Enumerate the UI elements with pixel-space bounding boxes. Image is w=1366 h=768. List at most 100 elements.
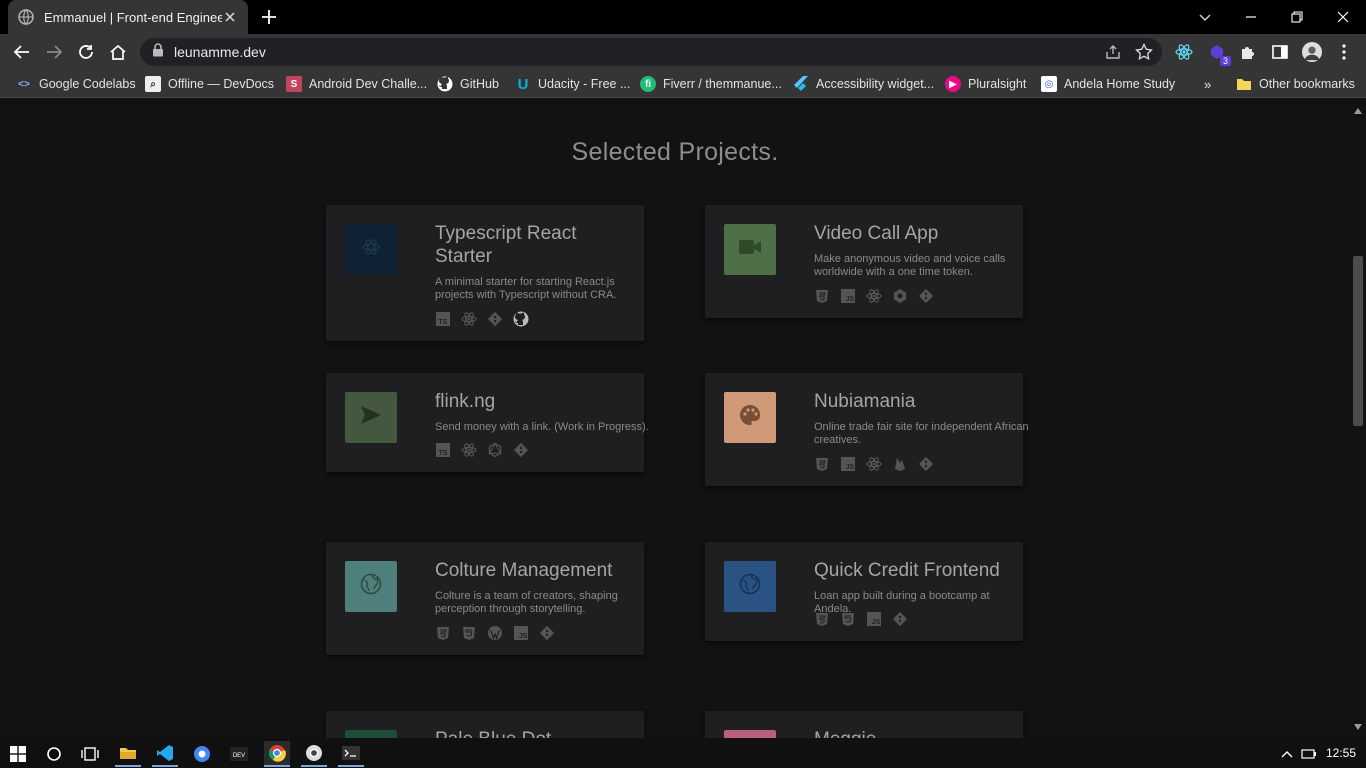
share-icon[interactable]	[1104, 43, 1122, 66]
windows-start-icon[interactable]	[5, 741, 31, 767]
other-bookmarks[interactable]: Other bookmarks	[1236, 75, 1355, 93]
devdocs-icon: ⌕	[145, 76, 161, 92]
project-title: Video Call App	[814, 223, 939, 244]
bookmark-item[interactable]: GitHub	[437, 75, 499, 93]
close-window-icon[interactable]	[1332, 6, 1354, 28]
project-title: Nubiamania	[814, 391, 916, 412]
back-icon[interactable]	[11, 41, 33, 63]
send-icon	[359, 404, 383, 431]
url-text: leunamme.dev	[174, 44, 266, 60]
project-card[interactable]: Video Call App Make anonymous video and …	[705, 205, 1023, 318]
home-icon[interactable]	[107, 41, 129, 63]
video-camera-icon	[738, 238, 762, 261]
react-icon	[461, 442, 477, 458]
react-icon	[461, 311, 477, 327]
bookmark-label: Other bookmarks	[1259, 77, 1355, 91]
graphql-icon	[487, 442, 503, 458]
fiverr-icon: fi	[640, 76, 656, 92]
project-thumbnail	[345, 224, 397, 275]
vscode-icon[interactable]	[152, 741, 178, 767]
side-panel-icon[interactable]	[1270, 42, 1290, 62]
search-icon[interactable]	[41, 741, 67, 767]
terminal-app-icon[interactable]: DEV	[226, 741, 252, 767]
bookmark-item[interactable]: ▶ Pluralsight	[945, 75, 1026, 93]
section-title: Selected Projects.	[571, 138, 779, 166]
project-title: Colture Management	[435, 560, 613, 581]
project-description: Colture is a team of creators, shaping p…	[435, 590, 618, 615]
project-card[interactable]: Pale Blue Dot	[326, 711, 644, 738]
flutter-icon	[793, 76, 809, 92]
minimize-icon[interactable]	[1240, 6, 1262, 28]
project-description: A minimal starter for starting React.js …	[435, 276, 617, 301]
chrome-canary-icon[interactable]	[301, 741, 327, 767]
project-card[interactable]: Nubiamania Online trade fair site for in…	[705, 373, 1029, 486]
more-bookmarks-icon[interactable]: »	[1204, 75, 1211, 93]
react-icon	[866, 288, 882, 304]
avatar[interactable]	[1302, 42, 1322, 62]
lock-icon[interactable]	[152, 42, 164, 62]
network-icon[interactable]	[1296, 741, 1322, 767]
tech-stack: JS	[814, 288, 934, 304]
palette-icon	[739, 404, 761, 431]
react-devtools-icon[interactable]	[1174, 42, 1194, 62]
close-tab-icon[interactable]	[222, 9, 238, 25]
project-card[interactable]: flink.ng Send money with a link. (Work i…	[326, 373, 649, 472]
scroll-down-icon[interactable]	[1354, 717, 1362, 735]
tab-active[interactable]: Emmanuel | Front-end Engineer	[8, 0, 248, 34]
address-bar[interactable]: leunamme.dev	[140, 38, 1162, 66]
svg-text:JS: JS	[519, 633, 528, 640]
extension-badge-count: 3	[1219, 56, 1231, 66]
scroll-up-icon[interactable]	[1354, 101, 1362, 119]
project-description: Send money with a link. (Work in Progres…	[435, 421, 649, 433]
bookmark-item[interactable]: U Udacity - Free ...	[515, 75, 631, 93]
android-challenge-icon: S	[286, 76, 302, 92]
terminal-icon[interactable]	[338, 741, 364, 767]
html5-icon	[435, 625, 451, 641]
svg-text:TS: TS	[439, 319, 448, 326]
reload-icon[interactable]	[75, 41, 97, 63]
clock[interactable]: 12:55	[1326, 746, 1356, 760]
tab-search-icon[interactable]	[1194, 6, 1216, 28]
project-thumbnail	[724, 224, 776, 275]
page-scrollbar[interactable]	[1350, 98, 1366, 738]
restore-icon[interactable]	[1286, 6, 1308, 28]
project-card[interactable]: Meggie	[705, 711, 1023, 738]
tab-title: Emmanuel | Front-end Engineer	[44, 9, 222, 25]
github-icon	[513, 311, 529, 327]
html5-icon	[814, 288, 830, 304]
extension-badge-icon[interactable]: 3	[1207, 42, 1231, 66]
bookmark-item[interactable]: <> Google Codelabs	[16, 75, 135, 93]
project-card[interactable]: Colture Management Colture is a team of …	[326, 542, 644, 655]
scrollbar-thumb[interactable]	[1353, 256, 1363, 426]
bookmark-item[interactable]: S Android Dev Challe...	[286, 75, 427, 93]
new-tab-icon[interactable]	[260, 8, 278, 26]
project-card[interactable]: Typescript React Starter A minimal start…	[326, 205, 644, 341]
menu-dots-icon[interactable]	[1334, 42, 1354, 62]
chrome-icon[interactable]	[264, 741, 290, 767]
star-icon[interactable]	[1135, 42, 1153, 66]
project-description: Make anonymous video and voice calls wor…	[814, 253, 1006, 278]
file-explorer-icon[interactable]	[115, 741, 141, 767]
bookmark-item[interactable]: ⌕ Offline — DevDocs	[145, 75, 274, 93]
bookmark-item[interactable]: fi Fiverr / themmanue...	[640, 75, 782, 93]
forward-icon[interactable]	[43, 41, 65, 63]
bookmark-item[interactable]: ◎ Andela Home Study	[1041, 75, 1175, 93]
browser-toolbar: leunamme.dev 3	[0, 34, 1366, 70]
task-view-icon[interactable]	[77, 741, 103, 767]
git-icon	[918, 456, 934, 472]
globe-icon	[18, 9, 34, 25]
svg-text:JS: JS	[846, 296, 855, 303]
bookmark-item[interactable]: Accessibility widget...	[793, 75, 934, 93]
globe-icon	[360, 573, 382, 600]
project-title: Typescript React Starter	[435, 223, 577, 267]
project-title: Meggie	[814, 728, 1014, 738]
project-title: Pale Blue Dot	[435, 728, 635, 738]
puzzle-icon[interactable]	[1238, 42, 1258, 62]
project-title: flink.ng	[435, 391, 496, 412]
udacity-icon: U	[517, 75, 529, 93]
chrome-blue-icon[interactable]	[189, 741, 215, 767]
svg-text:TS: TS	[439, 450, 448, 457]
bookmarks-bar: <> Google Codelabs ⌕ Offline — DevDocs S…	[0, 70, 1366, 98]
apollo-icon	[892, 288, 908, 304]
project-card[interactable]: Quick Credit Frontend Loan app built dur…	[705, 542, 1023, 641]
